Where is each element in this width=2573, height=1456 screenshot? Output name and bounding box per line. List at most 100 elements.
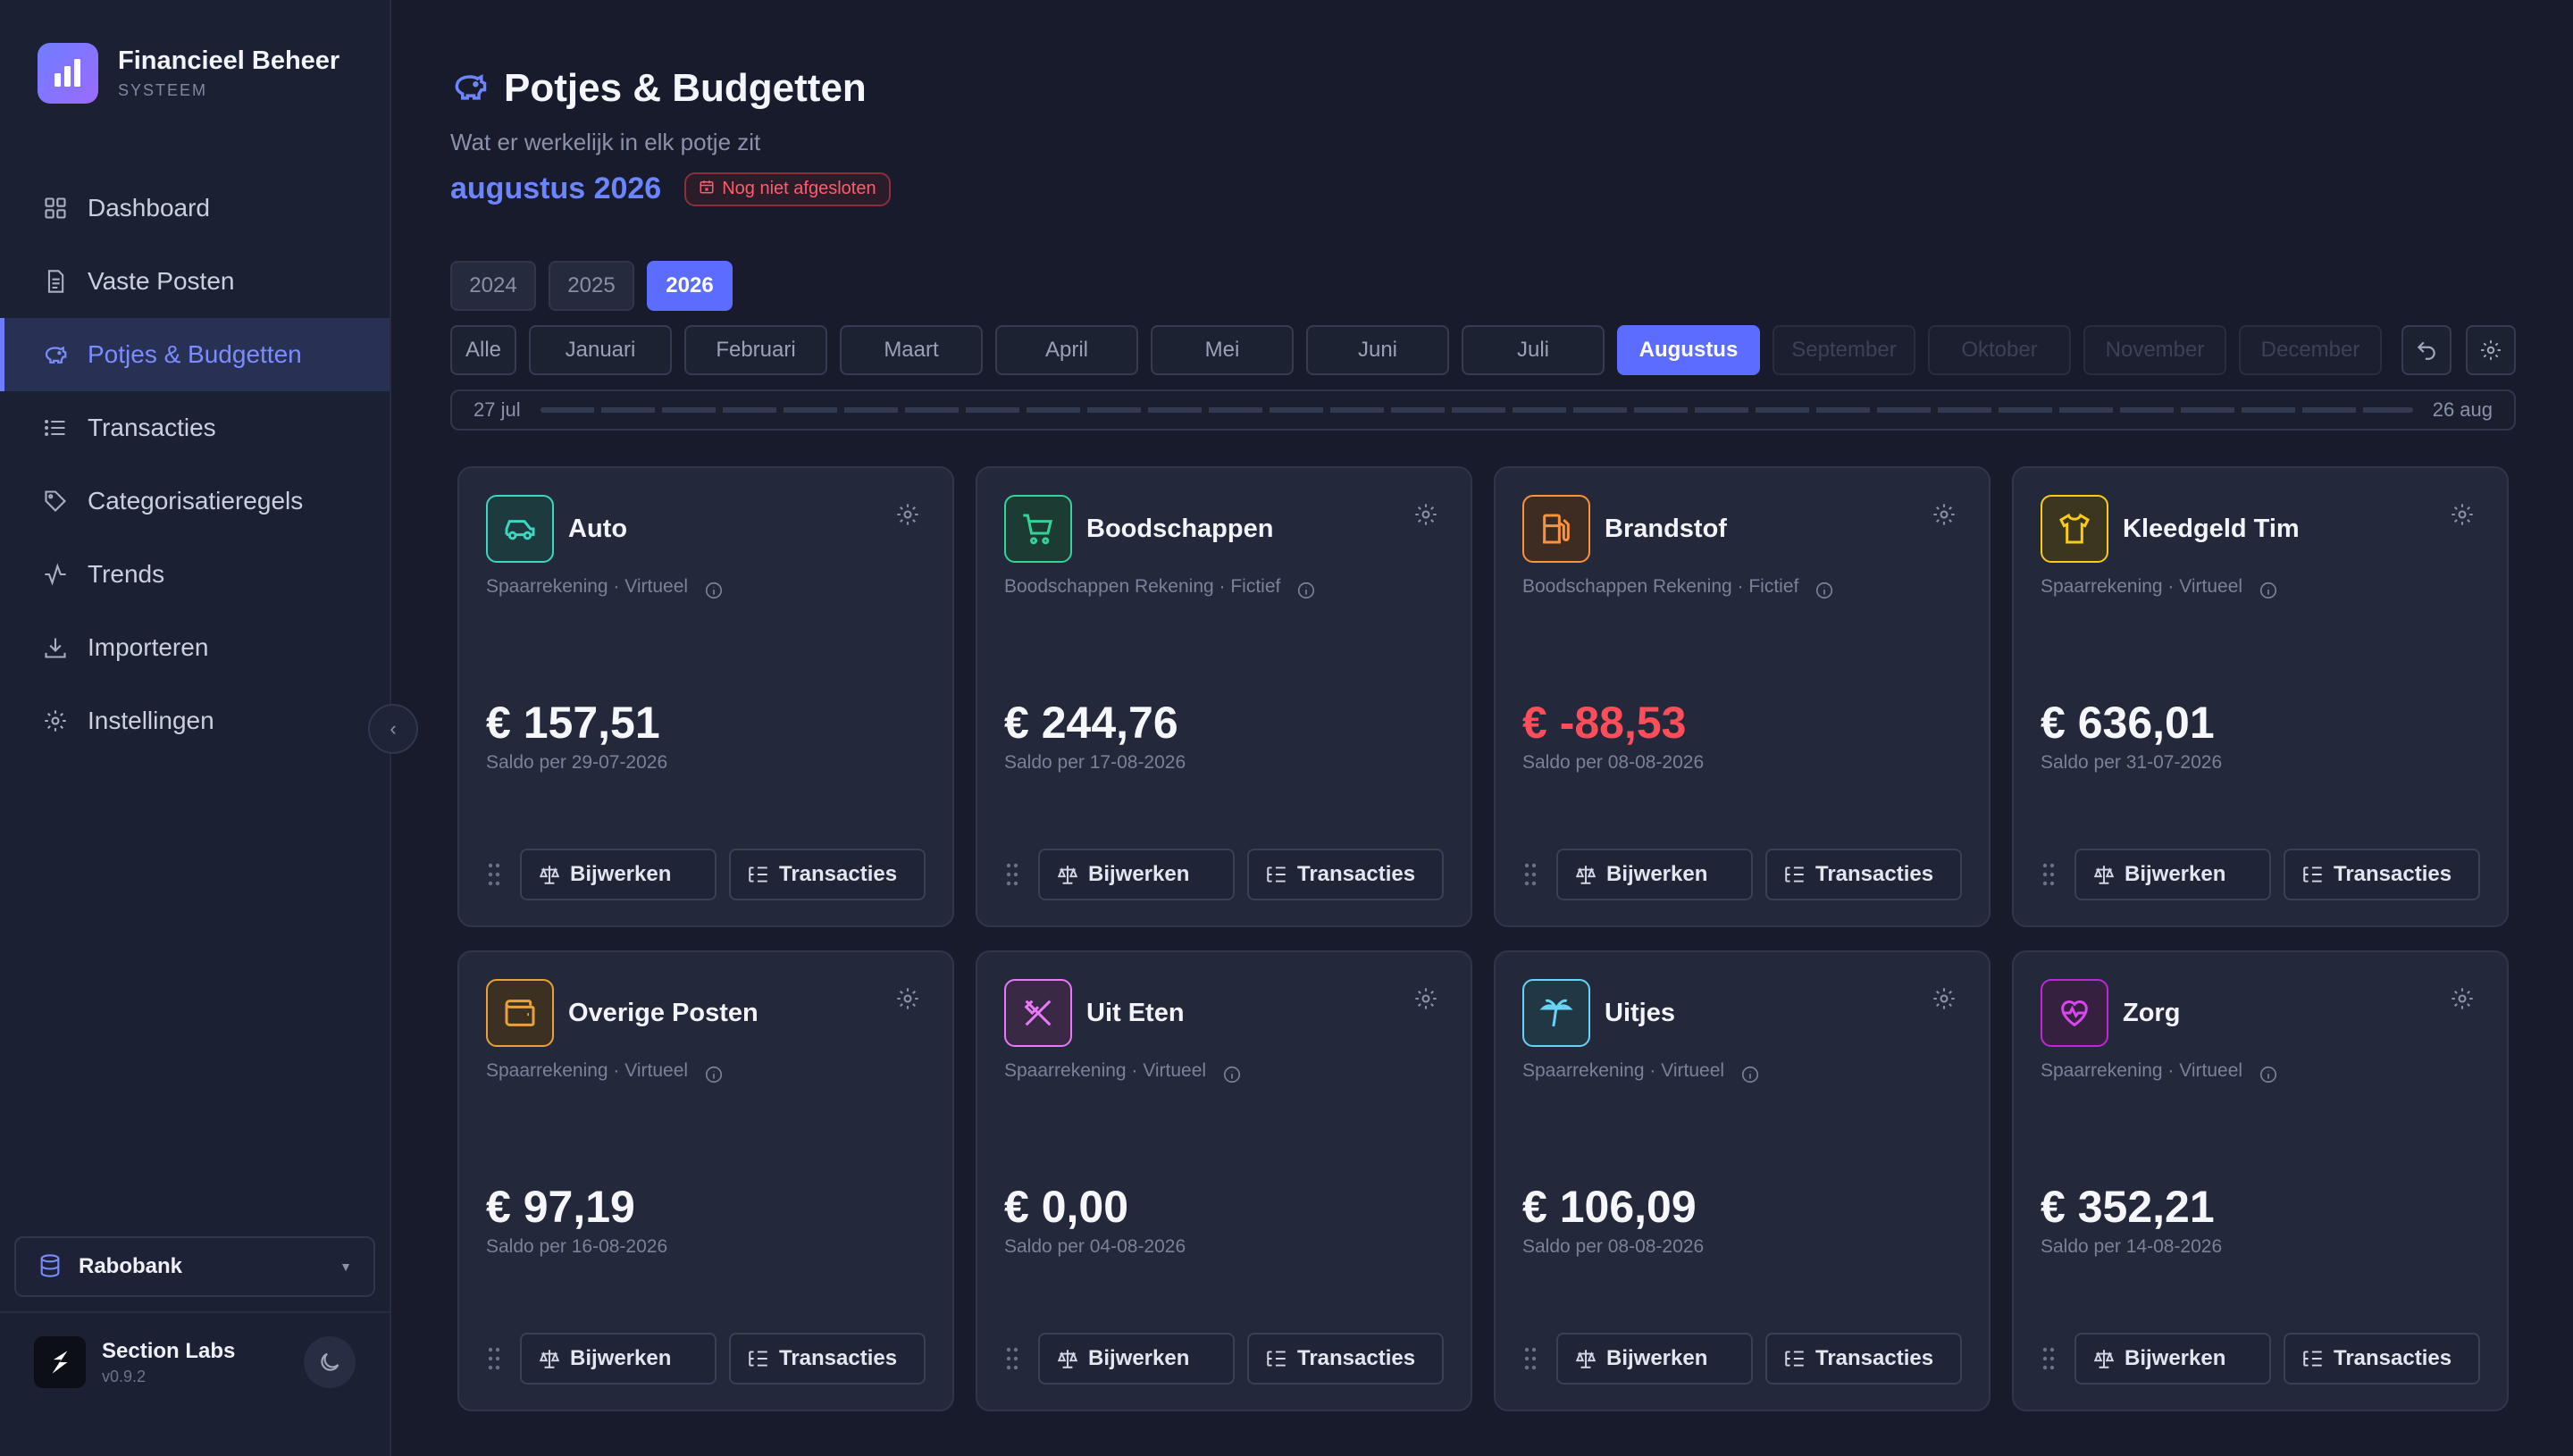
pot-settings-button[interactable] — [1413, 502, 1438, 527]
theme-toggle-button[interactable] — [304, 1336, 356, 1388]
month-button-juli[interactable]: Juli — [1462, 325, 1605, 375]
scale-icon — [539, 866, 560, 884]
drag-handle-icon[interactable] — [1522, 1345, 1538, 1372]
update-button[interactable]: Bijwerken — [520, 849, 717, 900]
gear-icon — [897, 504, 918, 525]
pot-actions: Bijwerken Transacties — [1004, 1333, 1456, 1385]
transactions-button[interactable]: Transacties — [1247, 849, 1444, 900]
pot-settings-button[interactable] — [1932, 986, 1957, 1011]
month-button-april[interactable]: April — [995, 325, 1138, 375]
sidebar-nav: Dashboard Vaste Posten Potjes & Budgette… — [0, 172, 390, 757]
transactions-button[interactable]: Transacties — [1765, 849, 1962, 900]
scale-icon — [1057, 1350, 1078, 1368]
month-button-maart[interactable]: Maart — [840, 325, 983, 375]
info-icon[interactable] — [704, 1065, 724, 1084]
info-icon[interactable] — [1740, 1065, 1760, 1084]
list-tree-icon — [2303, 1351, 2322, 1367]
drag-handle-icon[interactable] — [2041, 1345, 2057, 1372]
pot-meta: Spaarrekening · Virtueel — [1522, 1058, 1760, 1084]
sidebar-item-dashboard[interactable]: Dashboard — [0, 172, 390, 245]
pot-meta: Spaarrekening · Virtueel — [2041, 1058, 2278, 1084]
sidebar-item-categorisatieregels[interactable]: Categorisatieregels — [0, 464, 390, 538]
pot-settings-button[interactable] — [2450, 502, 2475, 527]
gear-icon — [1415, 504, 1437, 525]
undo-button[interactable] — [2401, 325, 2451, 375]
brand[interactable]: Financieel Beheer SYSTEEM — [38, 43, 339, 104]
transactions-button[interactable]: Transacties — [729, 849, 926, 900]
page-subtitle: Wat er werkelijk in elk potje zit — [450, 129, 761, 155]
drag-handle-icon[interactable] — [1004, 1345, 1020, 1372]
sidebar-item-potjes-budgetten[interactable]: Potjes & Budgetten — [0, 318, 390, 391]
update-button[interactable]: Bijwerken — [1038, 1333, 1235, 1385]
sidebar-item-trends[interactable]: Trends — [0, 538, 390, 611]
month-button-augustus[interactable]: Augustus — [1617, 325, 1760, 375]
update-button[interactable]: Bijwerken — [520, 1333, 717, 1385]
info-icon[interactable] — [1296, 581, 1316, 600]
sidebar-collapse-button[interactable]: ‹ — [368, 704, 418, 754]
update-button[interactable]: Bijwerken — [2074, 1333, 2271, 1385]
drag-handle-icon[interactable] — [2041, 861, 2057, 888]
sidebar-item-importeren[interactable]: Importeren — [0, 611, 390, 684]
pot-balance: € 106,09 — [1522, 1182, 1697, 1232]
pot-card-uitjes: Uitjes Spaarrekening · Virtueel € 106,09… — [1494, 950, 1991, 1411]
list-tree-icon — [749, 1351, 767, 1367]
info-icon[interactable] — [1222, 1065, 1242, 1084]
pot-balance: € 352,21 — [2041, 1182, 2215, 1232]
pot-settings-button[interactable] — [2450, 986, 2475, 1011]
moon-icon — [321, 1352, 339, 1371]
transactions-button[interactable]: Transacties — [1247, 1333, 1444, 1385]
shirt-icon — [2059, 513, 2090, 544]
sidebar-item-instellingen[interactable]: Instellingen — [0, 684, 390, 757]
transactions-button[interactable]: Transacties — [1765, 1333, 1962, 1385]
pot-account: Spaarrekening · Virtueel — [1522, 1060, 1725, 1081]
page-title: Potjes & Budgetten — [504, 66, 867, 110]
pot-balance-date: Saldo per 29-07-2026 — [486, 752, 668, 773]
pot-settings-button[interactable] — [895, 986, 920, 1011]
pot-balance: € 244,76 — [1004, 698, 1178, 748]
pot-settings-button[interactable] — [1413, 986, 1438, 1011]
pot-balance-date: Saldo per 08-08-2026 — [1522, 1236, 1705, 1257]
sidebar-item-label: Trends — [88, 560, 165, 588]
scale-icon — [1575, 866, 1597, 884]
month-button-januari[interactable]: Januari — [529, 325, 672, 375]
fuel-icon — [1543, 514, 1570, 544]
transactions-button[interactable]: Transacties — [2284, 849, 2480, 900]
sidebar-item-vaste-posten[interactable]: Vaste Posten — [0, 245, 390, 318]
update-button[interactable]: Bijwerken — [2074, 849, 2271, 900]
bar-chart-logo-icon — [38, 43, 98, 104]
period-settings-button[interactable] — [2466, 325, 2516, 375]
info-icon[interactable] — [2259, 581, 2278, 600]
drag-handle-icon[interactable] — [1004, 861, 1020, 888]
drag-handle-icon[interactable] — [1522, 861, 1538, 888]
pot-settings-button[interactable] — [895, 502, 920, 527]
pot-meta: Spaarrekening · Virtueel — [486, 1058, 724, 1084]
transactions-button[interactable]: Transacties — [2284, 1333, 2480, 1385]
pot-card-kleedgeld-tim: Kleedgeld Tim Spaarrekening · Virtueel €… — [2012, 466, 2509, 927]
update-button[interactable]: Bijwerken — [1038, 849, 1235, 900]
month-button-alle[interactable]: Alle — [450, 325, 516, 375]
date-range-bar[interactable]: 27 jul 26 aug — [450, 389, 2516, 431]
drag-handle-icon[interactable] — [486, 1345, 502, 1372]
year-button-2026[interactable]: 2026 — [647, 261, 733, 311]
update-button[interactable]: Bijwerken — [1556, 1333, 1753, 1385]
year-button-2024[interactable]: 2024 — [450, 261, 536, 311]
transactions-button[interactable]: Transacties — [729, 1333, 926, 1385]
info-icon[interactable] — [1815, 581, 1834, 600]
month-button-februari[interactable]: Februari — [684, 325, 827, 375]
pot-settings-button[interactable] — [1932, 502, 1957, 527]
sidebar-item-label: Dashboard — [88, 194, 210, 222]
year-button-2025[interactable]: 2025 — [549, 261, 634, 311]
info-icon[interactable] — [2259, 1065, 2278, 1084]
info-icon[interactable] — [704, 581, 724, 600]
download-icon — [41, 633, 70, 662]
drag-handle-icon[interactable] — [486, 861, 502, 888]
page-header: Potjes & Budgetten — [450, 66, 867, 111]
month-button-juni[interactable]: Juni — [1306, 325, 1449, 375]
update-button[interactable]: Bijwerken — [1556, 849, 1753, 900]
sidebar-item-transacties[interactable]: Transacties — [0, 391, 390, 464]
month-button-mei[interactable]: Mei — [1151, 325, 1294, 375]
pot-icon-wrap — [486, 979, 554, 1047]
caret-down-icon: ▼ — [339, 1259, 352, 1274]
pot-name: Uitjes — [1605, 999, 1675, 1027]
bank-select[interactable]: Rabobank ▼ — [14, 1236, 375, 1297]
